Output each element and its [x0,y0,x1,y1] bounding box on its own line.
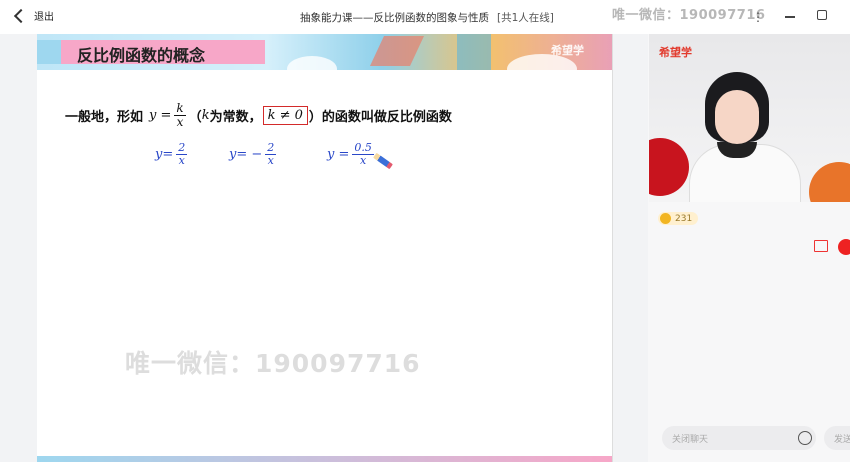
minimize-button[interactable] [785,16,795,18]
k-variable: k [201,108,210,123]
fraction-numerator: k [174,101,186,116]
title-bar: 退出 抽象能力课——反比例函数的图象与性质 [共1人在线] 唯一微信：190097… [0,0,850,34]
example-denominator: x [360,154,367,167]
more-menu-button[interactable]: ⋮ [752,10,764,24]
chat-placeholder: 关闭聊天 [672,435,709,445]
gift-icon[interactable] [814,240,828,252]
example-denominator: x [178,154,185,167]
like-count: 231 [675,213,693,224]
condition-highlight: k ≠ 0 [262,106,308,125]
banner-cloud [287,56,337,70]
fraction-denominator: x [176,115,184,129]
pencil-icon [372,152,393,169]
heading-tag-accent [37,40,61,64]
slide-bottom-strip [37,456,612,462]
video-brand: 希望学 [659,46,692,59]
slide-canvas: 反比例函数的概念 希望学 一般地，形如 y = k x （ k 为常数， k ≠… [37,34,613,462]
paren-open: （ [188,110,202,125]
chevron-left-icon [13,8,29,23]
banner-decoration [457,34,491,70]
example-lhs: y= [155,147,174,162]
teacher-face [715,90,759,144]
like-icon [660,213,671,224]
example-1: y= 2 x [155,142,190,167]
send-button[interactable]: 发送 [824,426,850,450]
example-3: y = 0.5 x [327,142,393,169]
example-lhs: y= − [229,147,263,162]
definition-suffix: ）的函数叫做反比例函数 [308,110,452,125]
example-fraction: 2 x [265,142,277,167]
slide-heading: 反比例函数的概念 [77,46,206,65]
example-fraction: 0.5 x [352,142,374,167]
heading-tag: 反比例函数的概念 [37,40,265,65]
definition-prefix: 一般地，形如 [65,110,144,125]
reward-icon[interactable] [838,239,850,255]
watermark-center: 唯一微信：190097716 [125,349,421,378]
background-ball [649,138,689,196]
fraction-k-over-x: k x [174,101,186,129]
class-title: 抽象能力课——反比例函数的图象与性质 [共1人在线] [300,10,554,25]
like-counter[interactable]: 231 [658,212,698,225]
watermark-top: 唯一微信：190097716 [612,8,766,23]
example-fraction: 2 x [176,142,188,167]
example-denominator: x [267,154,274,167]
teacher-video[interactable]: 希望学 [649,34,850,202]
equation-lhs: y = [149,108,172,123]
chat-input[interactable]: 关闭聊天 [662,426,816,450]
definition-text: 一般地，形如 y = k x （ k 为常数， k ≠ 0 ）的函数叫做反比例函… [65,102,452,129]
constant-text: 为常数， [209,110,262,125]
background-ball [809,162,850,202]
emoji-icon[interactable] [798,431,812,445]
example-2: y= − 2 x [229,142,279,167]
course-title: 抽象能力课——反比例函数的图象与性质 [300,12,489,24]
banner-decoration [370,36,424,66]
slide-brand: 希望学 [551,44,584,57]
slide-banner: 反比例函数的概念 希望学 [37,34,612,70]
maximize-button[interactable] [817,10,827,20]
exit-label: 退出 [34,12,54,23]
online-count: [共1人在线] [497,12,554,24]
example-lhs: y = [327,147,350,162]
send-label: 发送 [834,435,850,445]
exit-button[interactable]: 退出 [13,8,54,23]
